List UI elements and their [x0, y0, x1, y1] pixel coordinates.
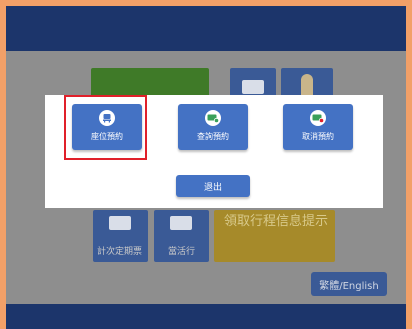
tile-label: 當活行: [168, 247, 196, 257]
exit-button[interactable]: 退出: [176, 175, 250, 197]
reservation-dialog: 座位預約 查詢預約 取消預約 退出: [45, 95, 383, 208]
seat-reservation-label: 座位預約: [91, 132, 123, 141]
background-tile-periodic-ticket: 計次定期票: [93, 210, 148, 262]
ticket-icon: [170, 216, 192, 230]
info-text: 領取行程信息提示: [224, 214, 329, 229]
background-tile-ticket: 當活行: [154, 210, 209, 262]
card-icon: [109, 216, 131, 230]
query-reservation-label: 查詢預約: [197, 132, 229, 141]
tile-label: 計次定期票: [97, 247, 143, 257]
document-icon: [242, 80, 264, 94]
ticket-check-icon: [205, 110, 221, 126]
language-button[interactable]: 繁體/English: [311, 272, 387, 296]
cancel-reservation-button[interactable]: 取消預約: [283, 104, 353, 150]
seat-reservation-button[interactable]: 座位預約: [72, 104, 142, 150]
ticket-cancel-icon: [310, 110, 326, 126]
top-bar: [6, 6, 406, 51]
seat-icon: [99, 110, 115, 126]
bottom-bar: [6, 304, 406, 329]
cancel-reservation-label: 取消預約: [302, 132, 334, 141]
query-reservation-button[interactable]: 查詢預約: [178, 104, 248, 150]
